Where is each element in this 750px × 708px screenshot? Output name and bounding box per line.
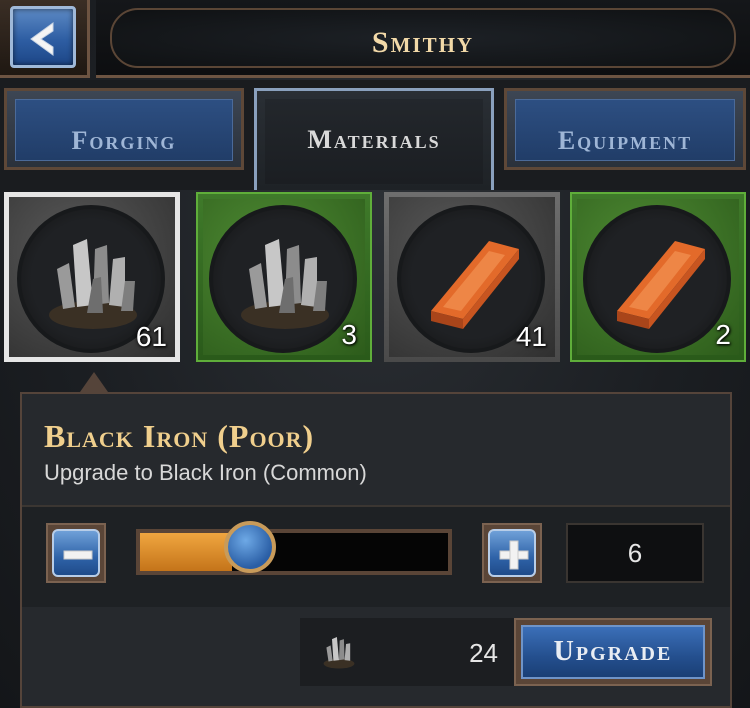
increase-button-face [488,529,536,577]
tab-forging[interactable]: Forging [4,88,244,170]
slider-track [140,521,448,573]
tab-materials[interactable]: Materials [254,88,494,190]
slot-bg: 61 [9,197,175,357]
item-count: 2 [715,319,731,350]
black-iron-ore-icon [241,239,329,329]
tab-equipment[interactable]: Equipment [504,88,746,170]
item-name: Black Iron (Poor) [44,418,315,454]
slot-bg: 2 [577,199,739,355]
material-slot[interactable]: 3 [196,192,372,362]
material-slot[interactable]: 61 [4,192,180,362]
tab-label: Forging [71,126,177,155]
slider-handle[interactable] [224,521,277,573]
upgrade-description: Upgrade to Black Iron (Common) [44,460,367,485]
tab-face: Materials [265,99,483,184]
arrow-left-icon [30,22,54,56]
page-title: Smithy [371,26,475,59]
back-button[interactable] [10,6,76,68]
tab-label: Materials [307,125,441,154]
material-slot[interactable]: 2 [570,192,746,362]
item-count: 41 [515,321,547,352]
tab-bar: Forging Materials Equipment [0,80,750,190]
tab-face: Equipment [515,99,735,161]
title-plate: Smithy [110,8,736,68]
quantity-controls: 6 [22,505,730,607]
quantity-slider[interactable] [136,521,452,575]
material-slot[interactable]: 41 [384,192,560,362]
item-count: 3 [341,319,357,350]
copper-ingot-icon [617,241,705,329]
back-button-frame[interactable] [0,0,90,78]
black-iron-ore-icon [323,637,355,669]
plus-icon [499,540,529,570]
upgrade-button-label: Upgrade [521,625,705,679]
decrease-button[interactable] [46,523,106,583]
minus-icon [63,550,93,560]
slider-fill [140,533,233,571]
title-bar: Smithy [96,0,750,78]
tab-label: Equipment [557,126,693,155]
slot-bg: 41 [389,197,555,357]
increase-button[interactable] [482,523,542,583]
cost-display: 24 [300,618,520,686]
upgrade-button[interactable]: Upgrade [514,618,712,686]
tab-face: Forging [15,99,233,161]
selection-pointer [80,372,108,392]
item-count: 61 [135,321,167,352]
quantity-value: 6 [566,523,704,583]
decrease-button-face [52,529,100,577]
cost-amount: 24 [469,638,498,668]
slot-bg: 3 [203,199,365,355]
